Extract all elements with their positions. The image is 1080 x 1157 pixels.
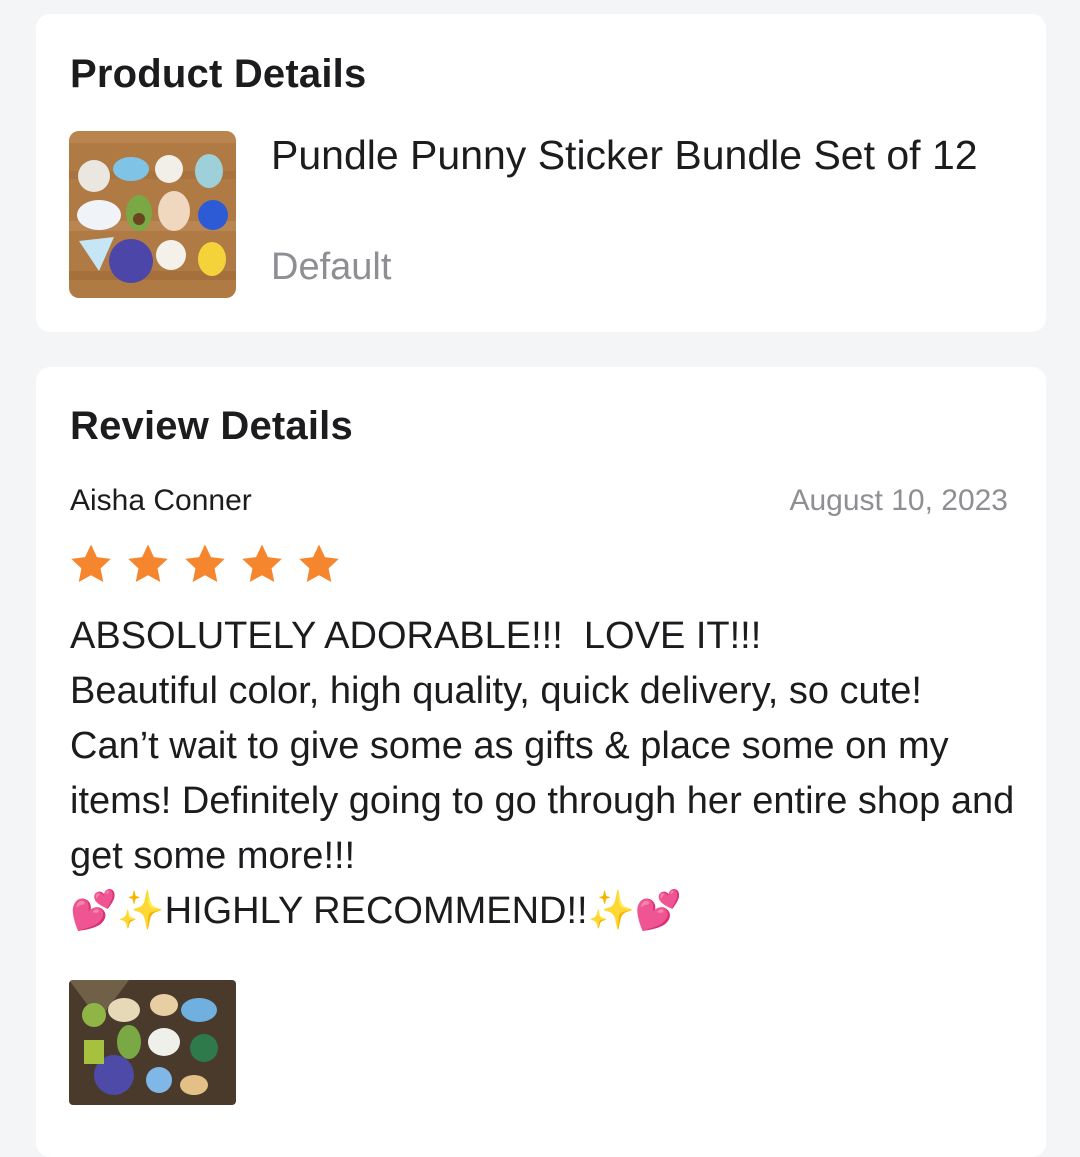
star-icon — [242, 544, 282, 583]
reviewer-name: Aisha Conner — [70, 484, 252, 517]
review-date: August 10, 2023 — [789, 484, 1008, 517]
star-icon — [128, 544, 168, 583]
sticker-bundle-image — [69, 131, 236, 298]
star-icon — [185, 544, 225, 583]
review-photo-thumbnail[interactable] — [69, 980, 236, 1105]
star-icon — [71, 544, 111, 583]
star-rating — [68, 541, 342, 587]
product-variant: Default — [271, 246, 392, 288]
review-details-title: Review Details — [70, 404, 353, 448]
product-details-card: Product Details Pundle Punny Sticker Bun… — [36, 14, 1046, 332]
review-text: ABSOLUTELY ADORABLE!!! LOVE IT!!! Beauti… — [70, 615, 1015, 932]
review-details-card: Review Details Aisha Conner August 10, 2… — [36, 367, 1046, 1157]
star-icon — [299, 544, 339, 583]
product-name[interactable]: Pundle Punny Sticker Bundle Set of 12 — [271, 129, 991, 181]
review-photo-image — [69, 980, 236, 1105]
product-details-title: Product Details — [70, 52, 367, 96]
product-thumbnail[interactable] — [69, 131, 236, 298]
